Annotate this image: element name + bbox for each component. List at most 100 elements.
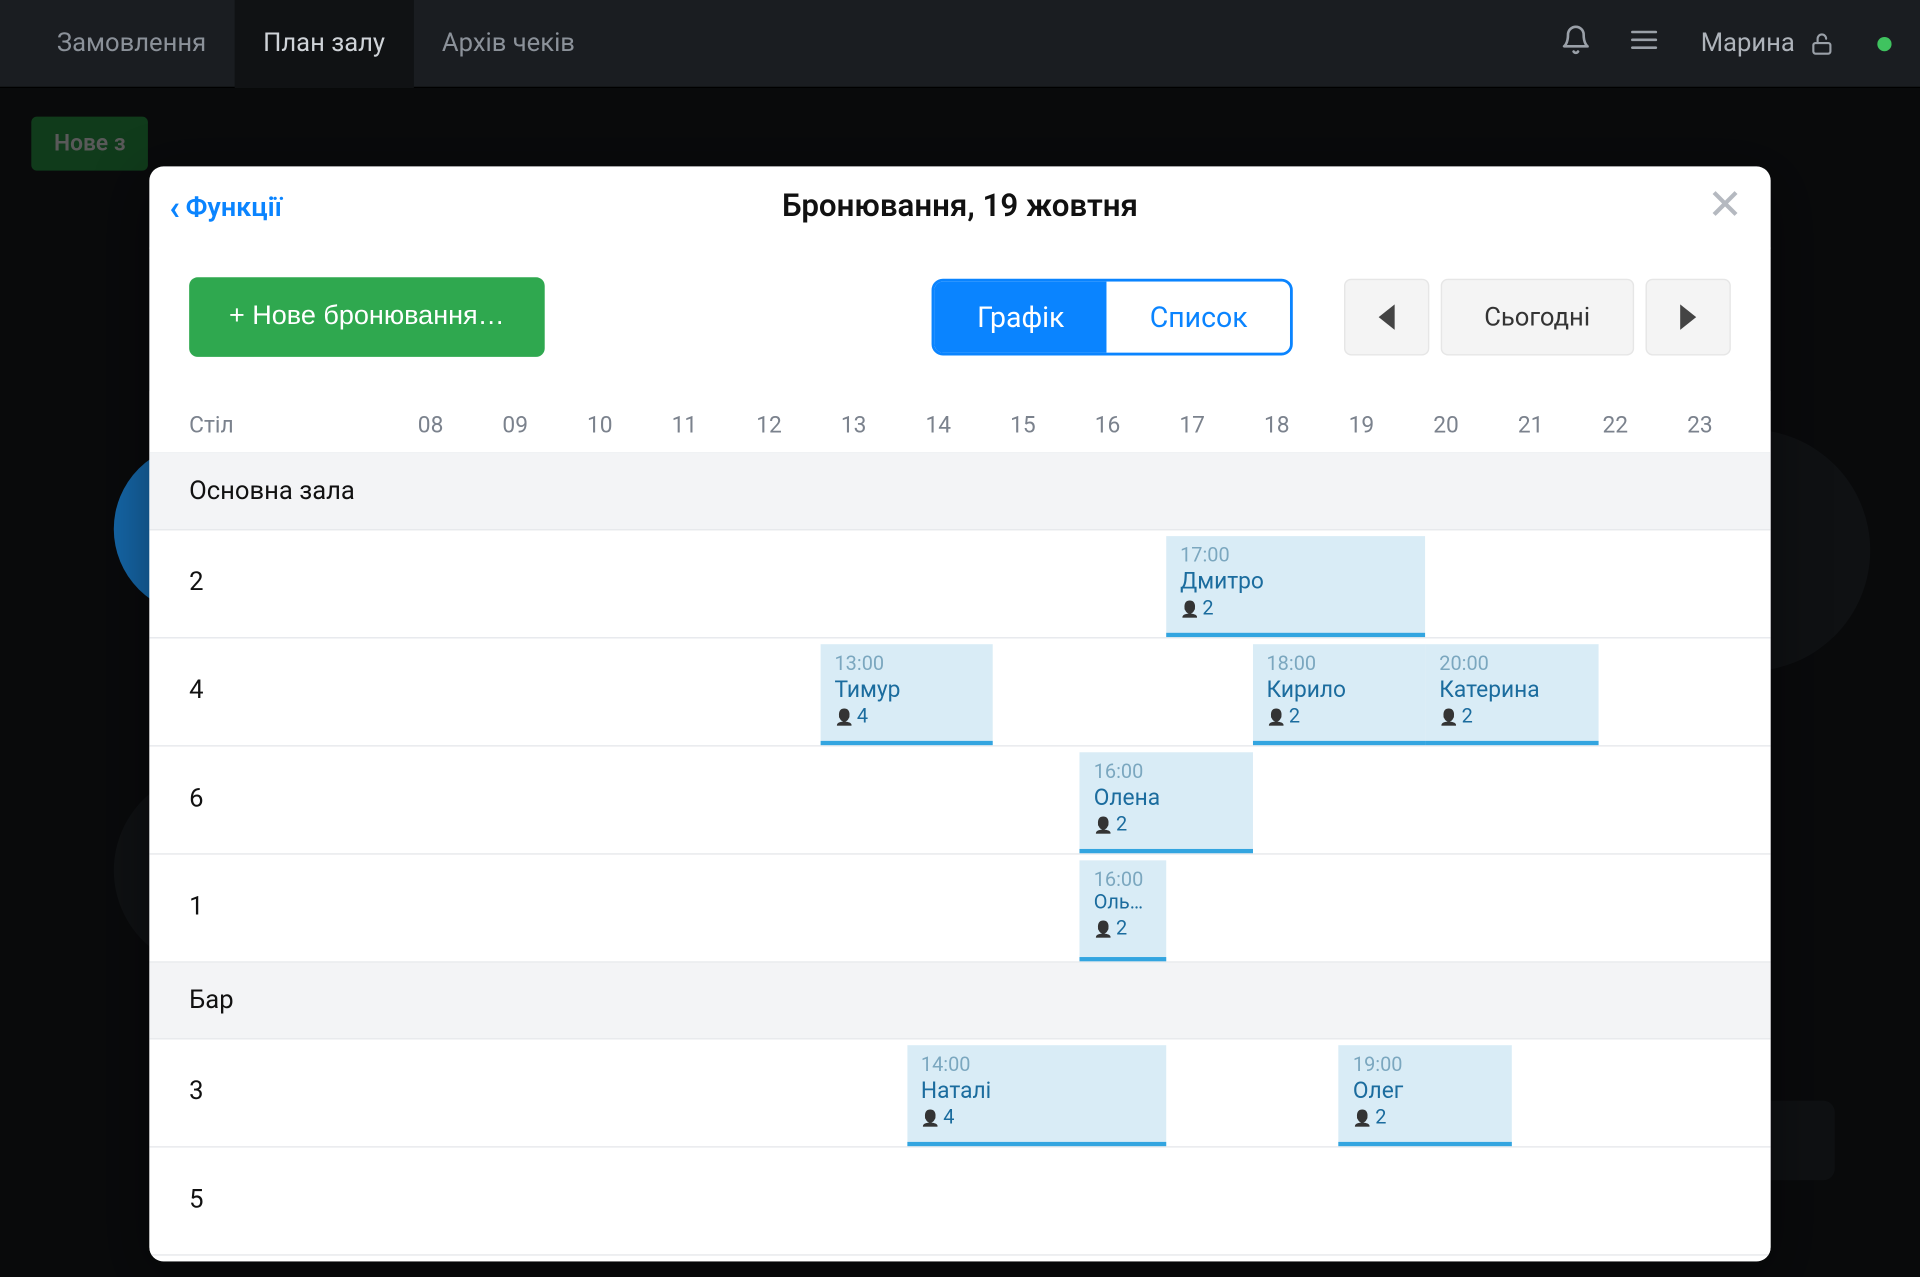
reservation-card[interactable]: 17:00Дмитро 2 bbox=[1166, 536, 1425, 637]
reservation-guests: 2 bbox=[1353, 1106, 1497, 1129]
reservation-time: 16:00 bbox=[1094, 869, 1152, 892]
hour-header: 23 bbox=[1658, 411, 1743, 438]
reservation-lane: 13:00Тимур 4 18:00Кирило 2 20:00Катерина 2 bbox=[388, 639, 1770, 746]
hour-header: 14 bbox=[896, 411, 981, 438]
table-label: 2 bbox=[149, 530, 388, 637]
connection-status-dot bbox=[1877, 36, 1891, 50]
segment-graph[interactable]: Графік bbox=[934, 282, 1107, 353]
user-name-label: Марина bbox=[1701, 28, 1795, 58]
hour-header: 16 bbox=[1065, 411, 1150, 438]
table-label: 1 bbox=[149, 855, 388, 962]
modal-toolbar: + Нове бронювання… Графік Список Сьогодн… bbox=[149, 249, 1770, 391]
close-icon[interactable]: ✕ bbox=[1700, 181, 1751, 232]
back-label: Функції bbox=[186, 191, 282, 224]
reservation-lane: 16:00Оль…2 bbox=[388, 855, 1770, 962]
reservation-grid: Основна зала217:00Дмитро2413:00Тимур418:… bbox=[149, 454, 1770, 1262]
reservation-guests: 2 bbox=[1439, 705, 1583, 728]
reservation-time: 17:00 bbox=[1180, 545, 1411, 568]
hour-header: 18 bbox=[1234, 411, 1319, 438]
modal-title: Бронювання, 19 жовтня bbox=[149, 189, 1770, 225]
table-label: 3 bbox=[149, 1040, 388, 1147]
triangle-left-icon bbox=[1376, 304, 1396, 330]
reservation-guests: 2 bbox=[1094, 813, 1238, 836]
modal-overlay: ‹ Функції Бронювання, 19 жовтня ✕ + Нове… bbox=[0, 88, 1920, 1277]
reservation-lane: 14:00Наталі 4 19:00Олег 2 bbox=[388, 1040, 1770, 1147]
bell-icon[interactable] bbox=[1541, 23, 1609, 63]
hour-header: 09 bbox=[473, 411, 558, 438]
reservation-time: 19:00 bbox=[1353, 1054, 1497, 1077]
table-row: 4 13:00Тимур 4 18:00Кирило 2 20:00Катерина 2 bbox=[149, 639, 1770, 747]
reservation-name: Олег bbox=[1353, 1076, 1497, 1103]
menu-icon[interactable] bbox=[1610, 23, 1678, 63]
hour-header: 19 bbox=[1319, 411, 1404, 438]
reservation-guests: 2 bbox=[1094, 917, 1152, 940]
hour-header: 17 bbox=[1150, 411, 1235, 438]
zone-header: Бар bbox=[149, 963, 1770, 1040]
reservation-card[interactable]: 19:00Олег 2 bbox=[1339, 1045, 1512, 1146]
topbar-tab[interactable]: План залу bbox=[235, 0, 414, 87]
app-topbar: ЗамовленняПлан залуАрхів чеків Марина bbox=[0, 0, 1920, 88]
reservation-name: Наталі bbox=[921, 1076, 1152, 1103]
reservation-name: Оль… bbox=[1094, 892, 1152, 915]
reservation-card[interactable]: 14:00Наталі 4 bbox=[907, 1045, 1166, 1146]
hour-header: 12 bbox=[727, 411, 812, 438]
reservation-card[interactable]: 18:00Кирило 2 bbox=[1252, 644, 1425, 745]
today-button[interactable]: Сьогодні bbox=[1440, 279, 1634, 356]
segment-list[interactable]: Список bbox=[1107, 282, 1290, 353]
topbar-tab[interactable]: Замовлення bbox=[28, 0, 234, 87]
reservation-time: 14:00 bbox=[921, 1054, 1152, 1077]
table-label: 5 bbox=[149, 1148, 388, 1255]
table-label: 6 bbox=[149, 747, 388, 854]
reservation-guests: 2 bbox=[1180, 597, 1411, 620]
reservation-time: 16:00 bbox=[1094, 761, 1238, 784]
table-row: 5 bbox=[149, 1148, 1770, 1256]
date-navigator: Сьогодні bbox=[1343, 279, 1730, 356]
reservations-modal: ‹ Функції Бронювання, 19 жовтня ✕ + Нове… bbox=[149, 166, 1770, 1261]
hour-header: 11 bbox=[642, 411, 727, 438]
topbar-tab[interactable]: Архів чеків bbox=[413, 0, 603, 87]
reservation-time: 18:00 bbox=[1266, 653, 1410, 676]
new-reservation-button[interactable]: + Нове бронювання… bbox=[189, 277, 544, 357]
triangle-right-icon bbox=[1678, 304, 1698, 330]
hour-header: 20 bbox=[1404, 411, 1489, 438]
reservation-guests: 4 bbox=[921, 1106, 1152, 1129]
hour-header: 13 bbox=[811, 411, 896, 438]
hour-header: 08 bbox=[388, 411, 473, 438]
reservation-name: Катерина bbox=[1439, 675, 1583, 702]
reservation-name: Олена bbox=[1094, 784, 1238, 811]
hour-header: 21 bbox=[1488, 411, 1573, 438]
reservation-card[interactable]: 16:00Олена2 bbox=[1079, 752, 1252, 853]
modal-header: ‹ Функції Бронювання, 19 жовтня ✕ bbox=[149, 166, 1770, 248]
reservation-card[interactable]: 20:00Катерина 2 bbox=[1425, 644, 1598, 745]
reservation-lane: 16:00Олена2 bbox=[388, 747, 1770, 854]
reservation-guests: 2 bbox=[1266, 705, 1410, 728]
reservation-name: Дмитро bbox=[1180, 567, 1411, 594]
table-row: 2 17:00Дмитро 2 bbox=[149, 530, 1770, 638]
hour-header: 15 bbox=[981, 411, 1066, 438]
view-segment: Графік Список bbox=[932, 279, 1294, 356]
table-row: 6 16:00Олена2 bbox=[149, 747, 1770, 855]
reservation-lane: 17:00Дмитро 2 bbox=[388, 530, 1770, 637]
reservation-time: 13:00 bbox=[834, 653, 978, 676]
table-label: 4 bbox=[149, 639, 388, 746]
table-column-header: Стіл bbox=[189, 411, 388, 438]
next-day-button[interactable] bbox=[1646, 279, 1731, 356]
reservation-card[interactable]: 13:00Тимур 4 bbox=[820, 644, 993, 745]
reservation-name: Тимур bbox=[834, 675, 978, 702]
reservation-guests: 4 bbox=[834, 705, 978, 728]
hour-header: 10 bbox=[558, 411, 643, 438]
table-row: 1 16:00Оль…2 bbox=[149, 855, 1770, 963]
zone-header: Основна зала bbox=[149, 454, 1770, 531]
time-header-row: Стіл 08091011121314151617181920212223 bbox=[149, 391, 1770, 454]
prev-day-button[interactable] bbox=[1343, 279, 1428, 356]
lock-open-icon bbox=[1809, 31, 1835, 57]
back-button[interactable]: ‹ Функції bbox=[169, 190, 282, 224]
current-user[interactable]: Марина bbox=[1701, 28, 1835, 58]
reservation-time: 20:00 bbox=[1439, 653, 1583, 676]
reservation-name: Кирило bbox=[1266, 675, 1410, 702]
table-row: 3 14:00Наталі 4 19:00Олег 2 bbox=[149, 1040, 1770, 1148]
chevron-left-icon: ‹ bbox=[169, 190, 180, 224]
reservation-card[interactable]: 16:00Оль…2 bbox=[1079, 860, 1165, 961]
hour-header: 22 bbox=[1573, 411, 1658, 438]
reservation-lane bbox=[388, 1148, 1770, 1255]
